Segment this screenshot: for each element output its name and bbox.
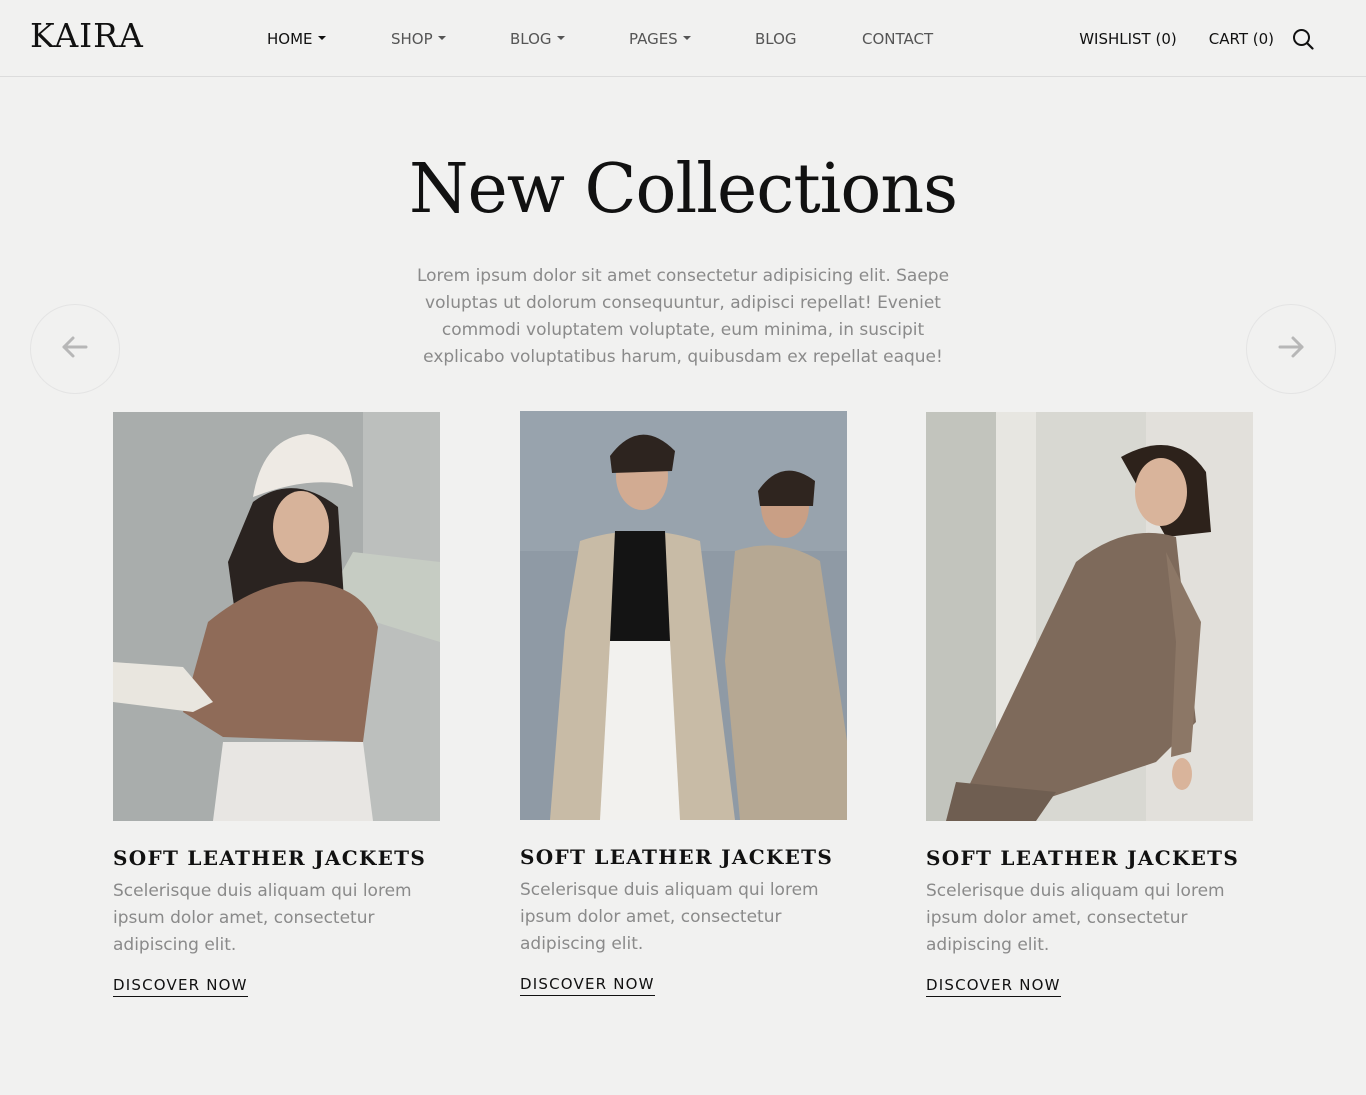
product-image[interactable] [113,412,440,821]
card-description: Scelerisque duis aliquam qui lorem ipsum… [926,881,1225,955]
caret-down-icon [682,35,691,40]
nav-item-label: BLOG [510,29,552,48]
site-header: KAIRA HOME SHOP BLOG PAGES BLOG CONTACT … [0,0,1366,77]
carousel-prev-button[interactable] [30,304,120,394]
wishlist-link[interactable]: WISHLIST (0) [1079,30,1177,48]
cart-link[interactable]: CART (0) [1209,30,1274,48]
arrow-left-icon [61,333,89,365]
card-description: Scelerisque duis aliquam qui lorem ipsum… [113,881,412,955]
section-description: Lorem ipsum dolor sit amet consectetur a… [416,266,950,367]
discover-now-link[interactable]: DISCOVER NOW [520,975,655,996]
discover-now-link[interactable]: DISCOVER NOW [926,976,1061,997]
card-title: SOFT LEATHER JACKETS [926,846,1240,870]
card-title: SOFT LEATHER JACKETS [113,846,427,870]
nav-item-blog-menu[interactable]: BLOG [510,30,629,48]
nav-item-label: PAGES [629,29,678,48]
collection-card: SOFT LEATHER JACKETS Scelerisque duis al… [926,412,1253,997]
nav-item-shop[interactable]: SHOP [391,30,510,48]
caret-down-icon [556,35,565,40]
site-logo[interactable]: KAIRA [30,16,144,55]
nav-item-pages[interactable]: PAGES [629,30,755,48]
carousel-next-button[interactable] [1246,304,1336,394]
caret-down-icon [317,35,326,40]
nav-item-blog[interactable]: BLOG [755,30,862,48]
product-image[interactable] [926,412,1253,821]
nav-item-label: BLOG [755,29,797,48]
collection-card: SOFT LEATHER JACKETS Scelerisque duis al… [520,411,847,996]
nav-item-home[interactable]: HOME [267,30,391,48]
arrow-right-icon [1277,333,1305,365]
nav-item-label: HOME [267,29,313,48]
main-nav: HOME SHOP BLOG PAGES BLOG CONTACT [267,0,962,77]
nav-item-label: CONTACT [862,29,934,48]
header-actions: WISHLIST (0) CART (0) [1047,0,1314,77]
card-description: Scelerisque duis aliquam qui lorem ipsum… [520,880,819,954]
caret-down-icon [437,35,446,40]
section-title: New Collections [408,150,958,229]
discover-now-link[interactable]: DISCOVER NOW [113,976,248,997]
nav-item-label: SHOP [391,29,433,48]
product-image[interactable] [520,411,847,820]
nav-item-contact[interactable]: CONTACT [862,30,962,48]
card-title: SOFT LEATHER JACKETS [520,845,834,869]
collection-card: SOFT LEATHER JACKETS Scelerisque duis al… [113,412,440,997]
search-icon[interactable] [1292,28,1314,50]
